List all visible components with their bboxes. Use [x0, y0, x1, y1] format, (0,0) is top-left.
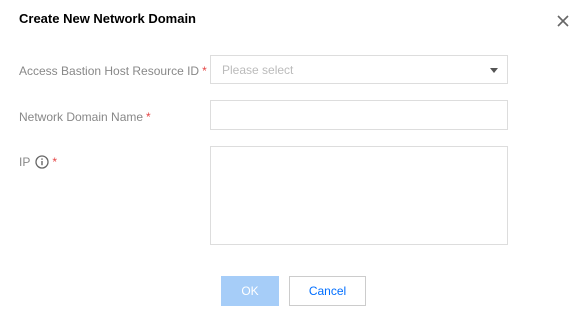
dialog-title: Create New Network Domain [19, 11, 196, 26]
required-mark: * [52, 155, 58, 169]
domain-name-input[interactable] [211, 101, 507, 129]
resource-id-placeholder: Please select [222, 63, 294, 77]
close-icon[interactable] [554, 12, 572, 30]
resource-id-label: Access Bastion Host Resource ID [19, 64, 200, 78]
ok-button[interactable]: OK [221, 276, 279, 306]
domain-name-label: Network Domain Name [19, 110, 144, 124]
ip-field [210, 146, 508, 245]
create-network-domain-dialog: Create New Network Domain Access Bastion… [0, 0, 580, 319]
resource-id-select[interactable]: Please select [210, 55, 508, 84]
required-mark: * [202, 64, 207, 78]
resource-id-label-row: Access Bastion Host Resource ID * [19, 63, 207, 79]
ip-label-row: IP * [19, 154, 57, 170]
cancel-button[interactable]: Cancel [289, 276, 366, 306]
ip-label: IP [19, 155, 31, 169]
domain-name-label-row: Network Domain Name * [19, 109, 151, 125]
chevron-down-icon [490, 68, 498, 73]
ip-textarea[interactable] [211, 147, 507, 244]
domain-name-field [210, 100, 508, 130]
info-icon[interactable] [35, 155, 49, 169]
required-mark: * [146, 110, 151, 124]
